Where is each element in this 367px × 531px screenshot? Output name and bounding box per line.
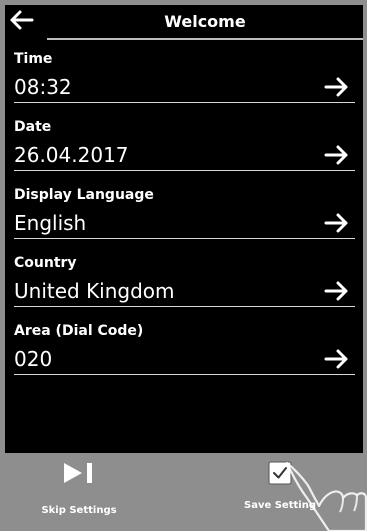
arrow-right-icon [324, 349, 350, 369]
setting-value: 08:32 [14, 75, 72, 99]
arrow-right-icon [324, 145, 350, 165]
divider [14, 102, 355, 103]
setting-value: United Kingdom [14, 279, 175, 303]
divider [14, 170, 355, 171]
setting-label: Display Language [14, 187, 154, 203]
setting-date[interactable]: Date 26.04.2017 [5, 118, 363, 182]
arrow-left-icon [10, 10, 34, 30]
save-setting-label: Save Setting [244, 500, 316, 511]
header: Welcome [5, 5, 363, 41]
divider [14, 306, 355, 307]
save-setting-button[interactable]: Save Setting [232, 453, 328, 531]
arrow-right-icon [324, 281, 350, 301]
back-button[interactable] [9, 8, 37, 34]
skip-settings-button[interactable]: Skip Settings [30, 453, 128, 531]
setting-time[interactable]: Time 08:32 [5, 50, 363, 114]
skip-forward-icon [62, 461, 96, 485]
page-title: Welcome [164, 12, 246, 31]
checkmark-icon [268, 461, 292, 485]
divider [14, 238, 355, 239]
header-divider [47, 38, 363, 40]
setting-area-dial-code[interactable]: Area (Dial Code) 020 [5, 322, 363, 386]
footer-bar: Skip Settings Save Setting [0, 453, 367, 531]
setting-label: Time [14, 51, 53, 67]
setting-label: Date [14, 119, 52, 135]
arrow-right-icon [324, 213, 350, 233]
setting-display-language[interactable]: Display Language English [5, 186, 363, 250]
setting-value: 020 [14, 347, 53, 371]
skip-settings-label: Skip Settings [41, 505, 117, 516]
setting-country[interactable]: Country United Kingdom [5, 254, 363, 318]
arrow-right-icon [324, 77, 350, 97]
setting-value: English [14, 211, 87, 235]
setting-label: Area (Dial Code) [14, 323, 144, 339]
settings-panel: Welcome Time 08:32 Date 26.04.2017 Displ… [5, 5, 363, 453]
setting-value: 26.04.2017 [14, 143, 129, 167]
welcome-screen: Welcome Time 08:32 Date 26.04.2017 Displ… [0, 0, 367, 531]
divider [14, 374, 355, 375]
setting-label: Country [14, 255, 77, 271]
